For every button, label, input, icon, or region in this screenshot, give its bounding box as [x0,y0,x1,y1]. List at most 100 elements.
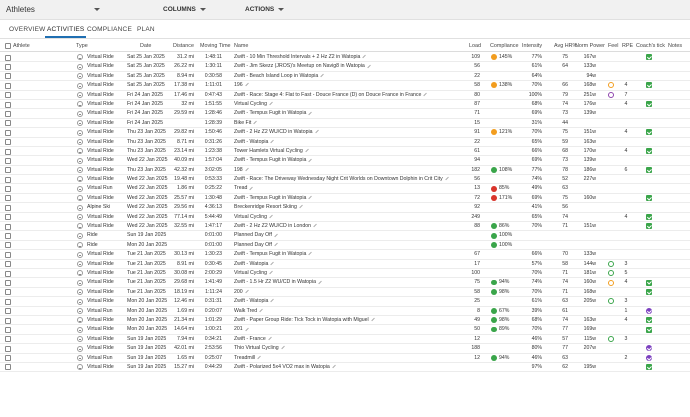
row-checkbox[interactable] [5,92,11,99]
table-row[interactable]: Virtual Ride Sat 25 Jan 2025 26.22 mi 1:30:… [0,62,690,72]
activity-name-link[interactable]: 200 [234,289,466,296]
edit-pencil-icon[interactable] [423,92,428,96]
actions-menu-button[interactable]: ACTIONS [245,2,285,17]
activity-name-link[interactable]: Tread [234,185,466,192]
activity-name-link[interactable]: Zwift - Watopia [234,139,466,146]
coach-tick-checkbox[interactable] [646,279,652,286]
row-checkbox[interactable] [5,157,11,164]
edit-pencil-icon[interactable] [445,176,449,181]
edit-pencil-icon[interactable] [269,214,273,218]
table-row[interactable]: Virtual Ride Fri 24 Jan 2025 29.59 mi 1:28:… [0,109,690,119]
table-row[interactable]: Virtual Ride Wed 22 Jan 2025 40.09 mi 1:57:… [0,156,690,166]
edit-pencil-icon[interactable] [257,355,261,359]
table-row[interactable]: Virtual Ride Sun 19 Jan 2025 7.94 mi 0:34:2… [0,335,690,345]
table-row[interactable]: Virtual Ride Sat 25 Jan 2025 17.38 mi 1:11:… [0,81,690,91]
table-row[interactable]: Virtual Ride Thu 23 Jan 2025 8.71 mi 0:31:2… [0,138,690,147]
coach-tick-checkbox[interactable] [646,354,652,361]
table-row[interactable]: Virtual Ride Tue 21 Jan 2025 30.13 mi 1:30:… [0,250,690,260]
edit-pencil-icon[interactable] [274,242,278,247]
select-all-checkbox[interactable] [5,43,11,49]
table-row[interactable]: Virtual Run Sun 19 Jan 2025 1.65 mi 0:25:07… [0,354,690,363]
activity-name-link[interactable]: Treadmill [234,355,466,362]
column-header-avg-hr[interactable]: Avg HR% [554,43,577,49]
coach-tick-checkbox[interactable] [646,317,652,324]
column-header-load[interactable]: Load [469,43,481,49]
column-header-moving-time[interactable]: Moving Time [200,43,231,49]
table-row[interactable]: Virtual Ride Mon 20 Jan 2025 12.46 mi 0:31:… [0,297,690,307]
edit-pencil-icon[interactable] [314,130,319,134]
row-checkbox[interactable] [5,195,11,202]
column-header-distance[interactable]: Distance [173,43,194,49]
edit-pencil-icon[interactable] [318,280,322,284]
table-row[interactable]: Virtual Ride Wed 22 Jan 2025 19.48 mi 0:53:… [0,175,690,185]
activity-name-link[interactable]: Zwift - 2 Hz Z2 WU/CD in Watopia [234,129,466,136]
table-row[interactable]: Virtual Ride Sat 25 Jan 2025 8.94 mi 0:30:5… [0,72,690,82]
edit-pencil-icon[interactable] [313,223,317,228]
row-checkbox[interactable] [5,355,11,362]
row-checkbox[interactable] [5,120,11,127]
row-checkbox[interactable] [5,204,11,211]
coach-tick-checkbox[interactable] [646,148,652,155]
edit-pencil-icon[interactable] [244,83,249,87]
athletes-dropdown[interactable]: Athletes [6,2,100,17]
table-row[interactable]: Virtual Ride Wed 22 Jan 2025 25.57 mi 1:30:… [0,194,690,204]
coach-tick-checkbox[interactable] [646,195,652,202]
row-checkbox[interactable] [5,364,11,371]
edit-pencil-icon[interactable] [308,252,313,256]
coach-tick-checkbox[interactable] [646,166,652,173]
activity-name-link[interactable]: Zwift - Tempus Fugit in Watopia [234,251,466,258]
column-header-rpe[interactable]: RPE [622,43,633,49]
edit-pencil-icon[interactable] [305,148,309,153]
row-checkbox[interactable] [5,129,11,136]
coach-tick-checkbox[interactable] [646,307,652,314]
edit-pencil-icon[interactable] [244,327,249,331]
activity-name-link[interactable]: Zwift - Beach Island Loop in Watopia [234,73,466,80]
edit-pencil-icon[interactable] [308,111,313,115]
edit-pencil-icon[interactable] [367,64,371,68]
coach-tick-checkbox[interactable] [646,101,652,108]
tab-compliance[interactable]: COMPLIANCE [87,26,132,33]
activity-name-link[interactable]: Planned Day Off [234,242,466,249]
table-row[interactable]: Alpine Ski Wed 22 Jan 2025 29.56 mi 4:36:13… [0,203,690,213]
table-row[interactable]: Virtual Run Wed 22 Jan 2025 1.86 mi 0:25:22… [0,184,690,194]
edit-pencil-icon[interactable] [259,308,263,312]
activity-name-link[interactable]: 198 [234,167,466,174]
column-header-date[interactable]: Date [140,43,151,49]
activity-name-link[interactable]: Zwift - Watopia [234,261,466,268]
row-checkbox[interactable] [5,261,11,268]
edit-pencil-icon[interactable] [370,317,375,322]
coach-tick-checkbox[interactable] [646,345,652,352]
coach-tick-checkbox[interactable] [646,223,652,230]
row-checkbox[interactable] [5,214,11,221]
table-row[interactable]: Virtual Ride Sun 19 Jan 2025 15.27 mi 0:44:… [0,363,690,373]
edit-pencil-icon[interactable] [299,205,303,209]
column-header-intensity[interactable]: Intensity [522,43,542,49]
row-checkbox[interactable] [5,176,11,183]
activity-name-link[interactable]: Tower Hamlets Virtual Cycling [234,148,466,155]
row-checkbox[interactable] [5,251,11,258]
table-row[interactable]: Virtual Ride Wed 22 Jan 2025 77.14 mi 5:44:… [0,213,690,223]
table-row[interactable]: Virtual Ride Tue 21 Jan 2025 8.91 mi 0:30:4… [0,260,690,269]
row-checkbox[interactable] [5,186,11,193]
row-checkbox[interactable] [5,298,11,305]
table-row[interactable]: Virtual Ride Thu 23 Jan 2025 42.32 mi 3:02:… [0,166,690,176]
tab-overview[interactable]: OVERVIEW [9,26,46,33]
table-row[interactable]: Virtual Ride Mon 20 Jan 2025 21.34 mi 1:01:… [0,316,690,326]
row-checkbox[interactable] [5,139,11,146]
row-checkbox[interactable] [5,270,11,277]
edit-pencil-icon[interactable] [308,158,313,162]
coach-tick-checkbox[interactable] [646,213,652,220]
activity-name-link[interactable]: Zwift - Watopia [234,298,466,305]
edit-pencil-icon[interactable] [244,289,249,294]
row-checkbox[interactable] [5,63,11,70]
table-row[interactable]: Ride Mon 20 Jan 2025 0:01:00 Planned Day Of… [0,241,690,251]
table-row[interactable]: Virtual Run Mon 20 Jan 2025 1.69 mi 0:20:07… [0,307,690,316]
row-checkbox[interactable] [5,308,11,315]
activity-name-link[interactable]: Bike Fit [234,120,466,127]
activity-name-link[interactable]: Breckenridge Resort Skiing [234,204,466,211]
activity-name-link[interactable]: Walk Tred [234,308,466,315]
columns-menu-button[interactable]: COLUMNS [163,2,206,17]
row-checkbox[interactable] [5,317,11,324]
table-row[interactable]: Virtual Ride Tue 21 Jan 2025 29.68 mi 1:41:… [0,278,690,288]
activity-name-link[interactable]: Zwift - 10 Min Threshold Intervals + 2 H… [234,54,466,61]
